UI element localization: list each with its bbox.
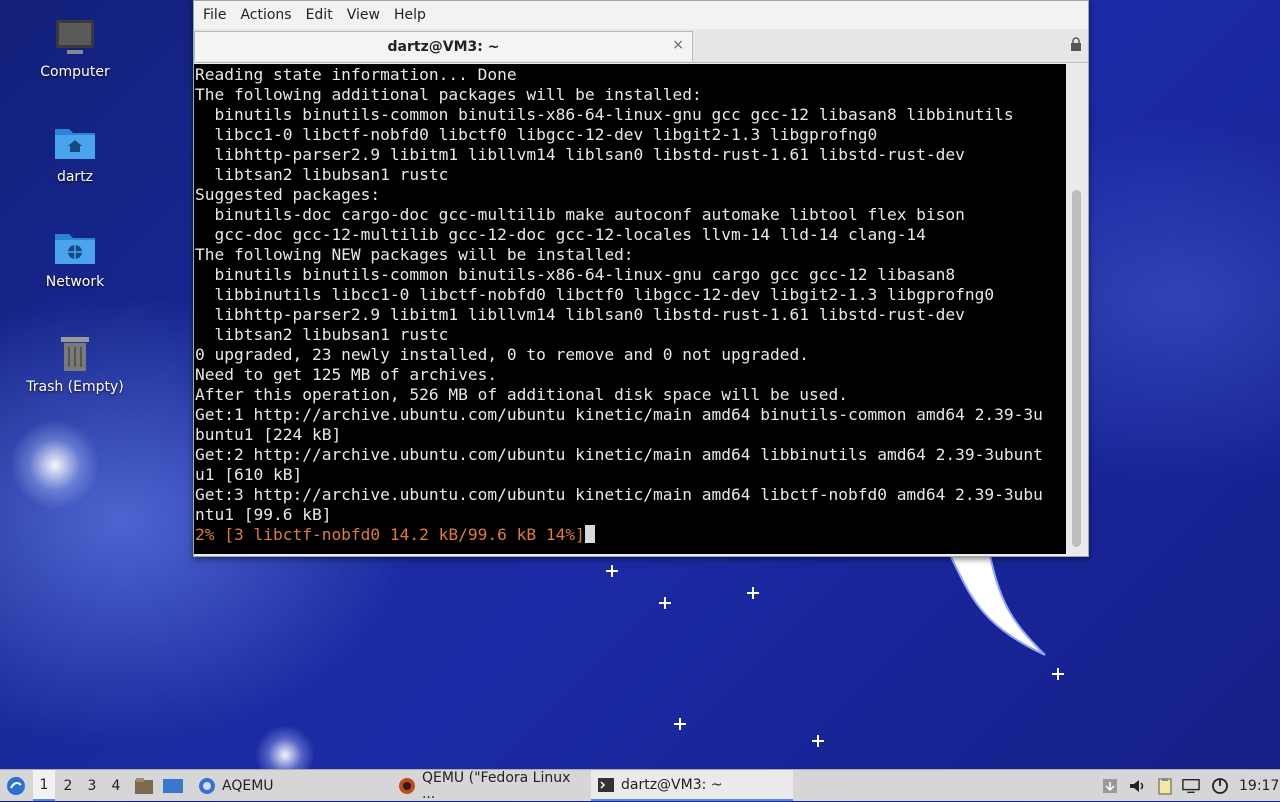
tab-title: dartz@VM3: ~ <box>387 38 500 55</box>
menu-file[interactable]: File <box>196 1 233 29</box>
desktop-icon-label: Network <box>45 274 105 290</box>
taskbar: 1 2 3 4 AQEMU QEMU ("Fedora Linux ... da… <box>0 769 1280 802</box>
workspace-3[interactable]: 3 <box>81 770 103 801</box>
terminal-line: libcc1-0 libctf-nobfd0 libctf0 libgcc-12… <box>195 125 878 144</box>
menu-view[interactable]: View <box>340 1 387 29</box>
wallpaper-star <box>659 597 671 609</box>
task-terminal[interactable]: dartz@VM3: ~ <box>591 770 793 801</box>
lock-icon[interactable] <box>1070 37 1082 51</box>
tab-bar: dartz@VM3: ~ × <box>194 29 1088 63</box>
terminal-line: Get:1 http://archive.ubuntu.com/ubuntu k… <box>195 405 1043 424</box>
power-tray-icon[interactable] <box>1211 770 1229 801</box>
terminal-line: libbinutils libcc1-0 libctf-nobfd0 libct… <box>195 285 995 304</box>
task-label: AQEMU <box>222 777 274 794</box>
terminal-window[interactable]: File Actions Edit View Help dartz@VM3: ~… <box>193 0 1089 557</box>
desktop-icon-computer[interactable]: Computer <box>20 16 130 80</box>
terminal-line: buntu1 [224 kB] <box>195 425 342 444</box>
terminal-cursor <box>584 525 595 543</box>
clock[interactable]: 19:17 <box>1239 770 1279 801</box>
task-label: dartz@VM3: ~ <box>621 776 723 793</box>
terminal-line: libtsan2 libubsan1 rustc <box>195 325 449 344</box>
show-desktop-button[interactable] <box>162 770 184 801</box>
desktop-icon-label: Computer <box>40 64 110 80</box>
desktop-icon-label: dartz <box>56 169 94 185</box>
desktop-icon-home[interactable]: dartz <box>20 121 130 185</box>
file-manager-icon <box>135 777 153 794</box>
terminal-line: After this operation, 526 MB of addition… <box>195 385 848 404</box>
home-folder-icon <box>53 121 97 165</box>
menu-bar: File Actions Edit View Help <box>194 1 1088 29</box>
wallpaper-star <box>812 735 824 747</box>
terminal-line: ntu1 [99.6 kB] <box>195 505 332 524</box>
task-aqemu[interactable]: AQEMU <box>192 770 280 801</box>
tray-update-icon[interactable] <box>1101 770 1119 801</box>
terminal-icon <box>598 777 614 792</box>
terminal-line: The following NEW packages will be insta… <box>195 245 634 264</box>
menu-help[interactable]: Help <box>387 1 433 29</box>
terminal-output[interactable]: Reading state information... Done The fol… <box>194 64 1066 554</box>
terminal-line: u1 [610 kB] <box>195 465 303 484</box>
start-menu-button[interactable] <box>4 770 28 801</box>
terminal-text: Reading state information... Done The fol… <box>194 64 1066 545</box>
terminal-line: libtsan2 libubsan1 rustc <box>195 165 449 184</box>
wallpaper-star <box>1052 668 1064 680</box>
wallpaper-star <box>674 718 686 730</box>
lubuntu-logo-icon <box>7 776 25 795</box>
tab-terminal[interactable]: dartz@VM3: ~ × <box>194 31 693 61</box>
terminal-line: Reading state information... Done <box>195 65 517 84</box>
wallpaper-flame-shape <box>948 555 1046 656</box>
close-icon[interactable]: × <box>672 37 684 53</box>
desktop-icon-trash[interactable]: Trash (Empty) <box>20 331 130 395</box>
wallpaper-star <box>606 565 618 577</box>
aqemu-icon <box>199 777 215 794</box>
terminal-line: binutils binutils-common binutils-x86-64… <box>195 105 1014 124</box>
terminal-line: gcc-doc gcc-12-multilib gcc-12-doc gcc-1… <box>195 225 926 244</box>
network-folder-icon <box>53 226 97 270</box>
scrollbar-thumb[interactable] <box>1072 190 1081 547</box>
workspace-2[interactable]: 2 <box>57 770 79 801</box>
terminal-progress-line: 2% [3 libctf-nobfd0 14.2 kB/99.6 kB 14%] <box>195 525 1066 545</box>
terminal-line: libhttp-parser2.9 libitm1 libllvm14 libl… <box>195 145 965 164</box>
workspace-1[interactable]: 1 <box>33 770 55 801</box>
progress-text: 2% [3 libctf-nobfd0 14.2 kB/99.6 kB 14%] <box>195 525 585 544</box>
computer-icon <box>53 16 97 60</box>
qemu-icon <box>398 777 415 794</box>
terminal-line: 0 upgraded, 23 newly installed, 0 to rem… <box>195 345 809 364</box>
wallpaper-star <box>747 587 759 599</box>
terminal-line: The following additional packages will b… <box>195 85 702 104</box>
workspace-4[interactable]: 4 <box>105 770 127 801</box>
terminal-line: Get:3 http://archive.ubuntu.com/ubuntu k… <box>195 485 1043 504</box>
volume-icon[interactable] <box>1128 770 1146 801</box>
terminal-line: binutils-doc cargo-doc gcc-multilib make… <box>195 205 965 224</box>
terminal-line: Need to get 125 MB of archives. <box>195 365 498 384</box>
wallpaper-glow-left <box>10 420 100 510</box>
task-qemu[interactable]: QEMU ("Fedora Linux ... <box>392 769 594 802</box>
terminal-line: Get:2 http://archive.ubuntu.com/ubuntu k… <box>195 445 1043 464</box>
terminal-line: binutils binutils-common binutils-x86-64… <box>195 265 956 284</box>
network-tray-icon[interactable] <box>1182 770 1200 801</box>
terminal-line: Suggested packages: <box>195 185 381 204</box>
terminal-line: libhttp-parser2.9 libitm1 libllvm14 libl… <box>195 305 965 324</box>
menu-edit[interactable]: Edit <box>299 1 340 29</box>
desktop-icon-label: Trash (Empty) <box>26 379 124 395</box>
menu-actions[interactable]: Actions <box>233 1 298 29</box>
scrollbar[interactable] <box>1067 64 1088 554</box>
trash-icon <box>53 331 97 375</box>
desktop-icon <box>163 778 183 793</box>
task-label: QEMU ("Fedora Linux ... <box>421 769 571 802</box>
clipboard-icon[interactable] <box>1156 770 1174 801</box>
desktop-icon-network[interactable]: Network <box>20 226 130 290</box>
file-manager-launcher[interactable] <box>134 770 154 801</box>
